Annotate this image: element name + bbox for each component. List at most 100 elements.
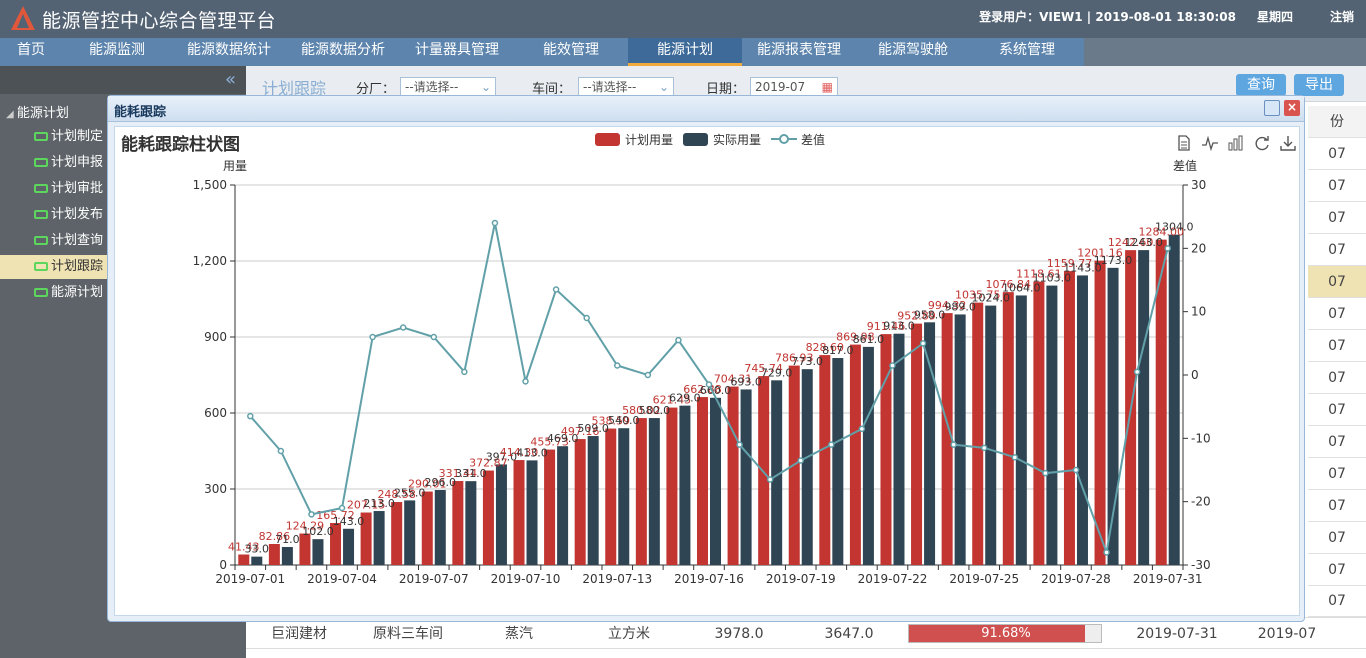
actual-data-label: 729.0 [761,366,793,379]
close-icon[interactable]: × [1284,100,1300,116]
calendar-icon[interactable]: ▦ [822,78,833,96]
nav-home[interactable]: 首页 [0,38,62,66]
actual-bar [495,464,507,565]
legend-diff[interactable]: 差值 [771,131,831,147]
diff-point [430,333,438,341]
diff-point [1103,549,1110,556]
refresh-icon[interactable] [1253,134,1271,152]
leaf-icon [34,236,48,245]
diff-point [552,286,560,293]
actual-bar [648,418,660,565]
plan-bar [849,344,861,565]
dialog-header[interactable]: 能耗跟踪 × [108,96,1304,122]
diff-point [1042,469,1049,477]
plan-bar [605,428,617,565]
chevron-down-icon: ⌄ [480,80,491,94]
nav-energy-monitor[interactable]: 能源监测 [62,38,172,66]
nav-cockpit[interactable]: 能源驾驶舱 [856,38,970,66]
actual-data-label: 693.0 [730,375,762,388]
maximize-icon[interactable] [1264,100,1280,116]
x-tick-label: 2019-07-07 [399,572,469,586]
grid-cell: 07 [1308,394,1366,426]
leaf-icon [34,262,48,271]
x-tick-label: 2019-07-16 [674,572,744,586]
leaf-icon [34,210,48,219]
actual-bar [893,333,905,565]
bar-chart-icon[interactable] [1227,134,1245,152]
actual-bar [1138,250,1150,565]
cell-actual: 3647.0 [824,626,874,642]
sidebar-item-label: 计划查询 [51,233,104,248]
y2-tick-label: -10 [1191,431,1211,445]
export-button[interactable]: 导出 [1294,74,1344,96]
grid-cell: 07 [1308,362,1366,394]
legend-label: 实际用量 [713,133,762,147]
nav-energy-plan[interactable]: 能源计划 [628,38,742,66]
factory-select-value: --请选择-- [405,80,459,94]
actual-bar [1076,275,1088,565]
app-header: 能源管控中心综合管理平台 登录用户：VIEW1 | 2019-08-01 18:… [0,0,1366,38]
nav-energy-stats[interactable]: 能源数据统计 [172,38,286,66]
cell-month: 2019-07 [1257,626,1317,642]
y2-tick-label: 10 [1191,305,1206,319]
actual-bar [679,405,691,565]
y2-tick-label: -30 [1191,558,1211,572]
diff-point [705,381,713,388]
date-input-value: 2019-07 [755,80,806,94]
actual-bar [281,547,293,565]
plan-bar [299,533,311,565]
y2-tick-label: 0 [1191,368,1199,382]
logout-link[interactable]: 注销 [1330,8,1354,25]
grid-cell: 07 [1308,330,1366,362]
diff-point [980,444,988,452]
factory-select[interactable]: --请选择-- ⌄ [400,77,496,97]
top-nav: 首页 能源监测 能源数据统计 能源数据分析 计量器具管理 能效管理 能源计划 能… [0,38,1366,66]
diff-point [338,504,346,512]
nav-efficiency[interactable]: 能效管理 [514,38,628,66]
x-tick-label: 2019-07-25 [949,572,1019,586]
actual-bar [924,322,936,565]
nav-energy-analysis[interactable]: 能源数据分析 [286,38,400,66]
workshop-select[interactable]: --请选择-- ⌄ [578,77,674,97]
download-icon[interactable] [1279,134,1297,152]
date-input[interactable]: 2019-07 ▦ [750,77,838,97]
actual-data-label: 773.0 [791,355,823,368]
y-tick-label: 1,500 [193,178,227,192]
legend-label: 计划用量 [625,133,674,147]
plan-bar [238,554,250,565]
nav-reports[interactable]: 能源报表管理 [742,38,856,66]
actual-bar [434,490,446,565]
nav-meter-management[interactable]: 计量器具管理 [400,38,514,66]
sidebar-item-label: 计划制定 [51,129,104,144]
collapse-icon[interactable]: « [225,69,236,90]
cell-workshop: 原料三车间 [373,626,443,642]
query-button[interactable]: 查询 [1236,74,1286,96]
actual-bar [373,511,385,565]
data-view-icon[interactable] [1175,134,1193,152]
diff-point [919,340,927,347]
actual-bar [343,528,355,565]
x-tick-label: 2019-07-31 [1133,572,1203,586]
tree-root[interactable]: ◢ 能源计划 [6,102,69,121]
y-tick-label: 0 [219,558,227,572]
grid-cell: 07 [1308,554,1366,586]
app-logo [11,6,35,30]
legend-actual[interactable]: 实际用量 [683,131,768,147]
diff-point [675,336,682,344]
legend-plan[interactable]: 计划用量 [595,131,680,147]
x-tick-label: 2019-07-13 [582,572,652,586]
plan-bar [727,386,739,565]
workshop-select-value: --请选择-- [583,80,637,94]
diff-point [889,362,896,369]
actual-bar [1015,295,1027,565]
line-chart-icon[interactable] [1201,134,1219,152]
plan-bar [666,407,678,565]
plan-bar [1063,271,1075,565]
actual-data-label: 1304.0 [1155,221,1194,234]
diff-point [766,476,774,483]
diff-point [308,511,315,518]
nav-system[interactable]: 系统管理 [970,38,1084,66]
y2-tick-label: 30 [1191,178,1206,192]
actual-data-label: 33.0 [245,543,270,556]
y-tick-label: 1,200 [193,254,227,268]
